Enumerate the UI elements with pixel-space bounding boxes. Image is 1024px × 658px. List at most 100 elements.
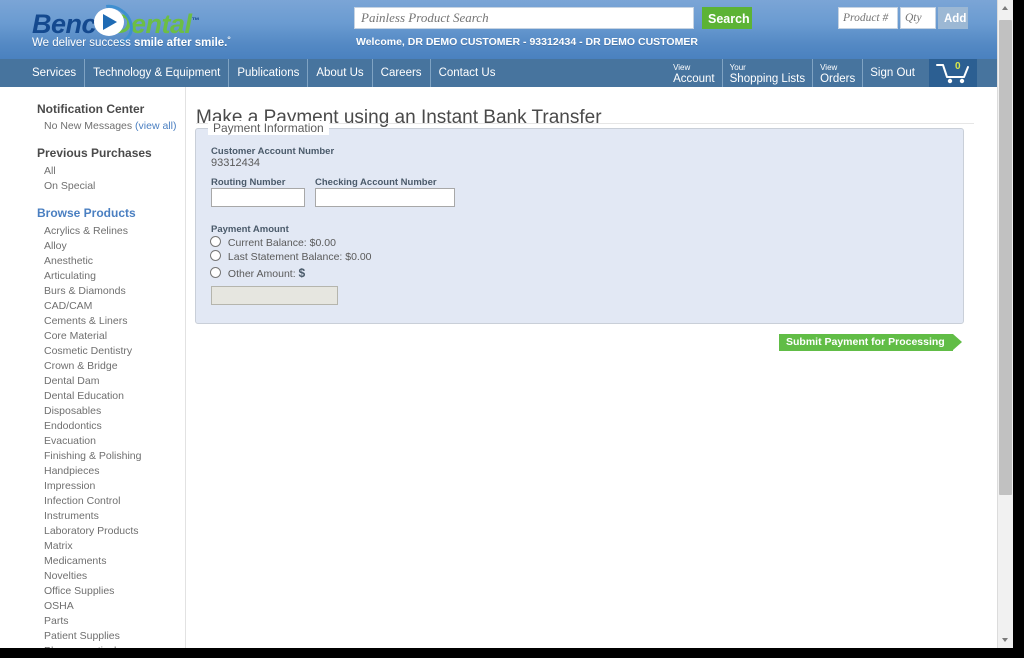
add-to-cart-button[interactable]: Add — [938, 7, 968, 29]
customer-account-number-label: Customer Account Number — [211, 146, 335, 157]
sidebar-item-all[interactable]: All — [0, 163, 185, 178]
main-navigation-bar: Services Technology & Equipment Publicat… — [0, 59, 997, 87]
submit-row: Submit Payment for Processing — [779, 332, 962, 351]
nav-item-sign-out[interactable]: Sign Out — [863, 59, 922, 87]
radio-last-statement-input[interactable] — [210, 250, 221, 261]
sidebar-item-dental-dam[interactable]: Dental Dam — [0, 373, 185, 388]
nav-item-publications[interactable]: Publications — [229, 59, 309, 87]
sidebar-item-instruments[interactable]: Instruments — [0, 508, 185, 523]
sidebar-item-endodontics[interactable]: Endodontics — [0, 418, 185, 433]
checking-account-number-input[interactable] — [315, 188, 455, 207]
chevron-up-icon — [1002, 6, 1008, 10]
cart-count-badge: 0 — [955, 61, 961, 72]
sidebar-item-patient-supplies[interactable]: Patient Supplies — [0, 628, 185, 643]
radio-option-current-balance[interactable]: Current Balance: $0.00 — [210, 236, 336, 249]
window-bottom-edge — [0, 648, 1024, 658]
nav-item-about-us[interactable]: About Us — [308, 59, 373, 87]
search-input[interactable] — [354, 7, 694, 29]
scroll-down-button[interactable] — [998, 632, 1013, 648]
submit-arrow-icon — [952, 334, 962, 350]
browser-viewport: BencoDental™ We deliver success smile af… — [0, 0, 1024, 658]
nav-item-careers[interactable]: Careers — [373, 59, 431, 87]
utility-nav-links: View Account Your Shopping Lists View Or… — [666, 59, 922, 87]
sidebar-item-office-supplies[interactable]: Office Supplies — [0, 583, 185, 598]
notification-status-text: No New Messages — [44, 120, 136, 132]
submit-payment-label: Submit Payment for Processing — [786, 336, 945, 348]
nav-item-shopping-lists[interactable]: Your Shopping Lists — [723, 59, 814, 87]
shopping-lists-small-label: Your — [729, 63, 746, 72]
sidebar-item-articulating[interactable]: Articulating — [0, 268, 185, 283]
sidebar-item-burs-diamonds[interactable]: Burs & Diamonds — [0, 283, 185, 298]
shopping-cart-button[interactable]: 0 — [929, 59, 977, 87]
sidebar-item-disposables[interactable]: Disposables — [0, 403, 185, 418]
radio-option-other-amount[interactable]: Other Amount: $ — [210, 266, 305, 280]
sidebar-item-matrix[interactable]: Matrix — [0, 538, 185, 553]
scrollbar-thumb[interactable] — [999, 20, 1012, 495]
main-nav-links: Services Technology & Equipment Publicat… — [30, 59, 503, 87]
sidebar-item-alloy[interactable]: Alloy — [0, 238, 185, 253]
sidebar-item-cements-liners[interactable]: Cements & Liners — [0, 313, 185, 328]
content-area: Notification Center No New Messages (vie… — [0, 87, 997, 648]
nav-item-contact-us[interactable]: Contact Us — [431, 59, 504, 87]
window-right-edge — [1013, 0, 1024, 658]
radio-other-amount-label: Other Amount: — [227, 268, 299, 280]
notification-status: No New Messages (view all) — [0, 119, 185, 133]
nav-item-technology-equipment[interactable]: Technology & Equipment — [85, 59, 230, 87]
sidebar-item-medicaments[interactable]: Medicaments — [0, 553, 185, 568]
radio-other-amount-input[interactable] — [210, 267, 221, 278]
routing-number-label: Routing Number — [211, 177, 286, 188]
view-orders-label: Orders — [820, 73, 856, 85]
previous-purchases-heading: Previous Purchases — [37, 146, 152, 160]
notification-center-heading: Notification Center — [37, 102, 145, 116]
sidebar-item-dental-education[interactable]: Dental Education — [0, 388, 185, 403]
radio-last-statement-label: Last Statement Balance: $0.00 — [227, 251, 372, 263]
radio-option-last-statement-balance[interactable]: Last Statement Balance: $0.00 — [210, 250, 372, 263]
benco-dental-logo[interactable]: BencoDental™ We deliver success smile af… — [32, 0, 231, 53]
main-column: Make a Payment using an Instant Bank Tra… — [186, 87, 997, 648]
sidebar-item-cad-cam[interactable]: CAD/CAM — [0, 298, 185, 313]
routing-number-input[interactable] — [211, 188, 305, 207]
shopping-cart-icon — [936, 64, 969, 84]
product-search: Search — [354, 7, 752, 29]
tagline-plain: We deliver success — [32, 37, 135, 49]
sidebar-item-crown-bridge[interactable]: Crown & Bridge — [0, 358, 185, 373]
logo-tagline: We deliver success smile after smile.˚ — [32, 37, 231, 49]
search-button[interactable]: Search — [702, 7, 752, 29]
submit-payment-button[interactable]: Submit Payment for Processing — [779, 334, 962, 351]
left-sidebar: Notification Center No New Messages (vie… — [0, 87, 186, 648]
view-account-label: Account — [673, 73, 715, 85]
tagline-bold: smile after smile. — [134, 37, 228, 49]
logo-trademark-icon: ™ — [191, 16, 200, 25]
sidebar-item-infection-control[interactable]: Infection Control — [0, 493, 185, 508]
scroll-up-button[interactable] — [998, 0, 1013, 16]
nav-item-view-orders[interactable]: View Orders — [813, 59, 864, 87]
sidebar-item-handpieces[interactable]: Handpieces — [0, 463, 185, 478]
sidebar-item-impression[interactable]: Impression — [0, 478, 185, 493]
sidebar-item-on-special[interactable]: On Special — [0, 178, 185, 193]
payment-information-panel: Payment Information Customer Account Num… — [195, 121, 964, 324]
other-amount-input[interactable] — [211, 286, 338, 305]
sidebar-item-osha[interactable]: OSHA — [0, 598, 185, 613]
sidebar-item-core-material[interactable]: Core Material — [0, 328, 185, 343]
logo-play-triangle-icon — [94, 8, 124, 36]
sidebar-item-finishing-polishing[interactable]: Finishing & Polishing — [0, 448, 185, 463]
sidebar-item-acrylics-relines[interactable]: Acrylics & Relines — [0, 223, 185, 238]
sidebar-item-parts[interactable]: Parts — [0, 613, 185, 628]
sidebar-item-cosmetic-dentistry[interactable]: Cosmetic Dentistry — [0, 343, 185, 358]
radio-current-balance-input[interactable] — [210, 236, 221, 247]
payment-amount-label: Payment Amount — [211, 224, 289, 235]
view-all-notifications-link[interactable]: (view all) — [135, 120, 176, 132]
tagline-mark: ˚ — [227, 37, 232, 49]
sidebar-item-novelties[interactable]: Novelties — [0, 568, 185, 583]
quantity-input[interactable] — [900, 7, 936, 29]
vertical-scrollbar[interactable] — [997, 0, 1013, 648]
nav-item-services[interactable]: Services — [30, 59, 86, 87]
site-header: BencoDental™ We deliver success smile af… — [0, 0, 997, 59]
sidebar-item-anesthetic[interactable]: Anesthetic — [0, 253, 185, 268]
sidebar-item-evacuation[interactable]: Evacuation — [0, 433, 185, 448]
sidebar-item-laboratory-products[interactable]: Laboratory Products — [0, 523, 185, 538]
nav-item-view-account[interactable]: View Account — [666, 59, 723, 87]
welcome-message: Welcome, DR DEMO CUSTOMER - 93312434 - D… — [356, 36, 698, 48]
checking-account-number-label: Checking Account Number — [315, 177, 437, 188]
product-number-input[interactable] — [838, 7, 898, 29]
